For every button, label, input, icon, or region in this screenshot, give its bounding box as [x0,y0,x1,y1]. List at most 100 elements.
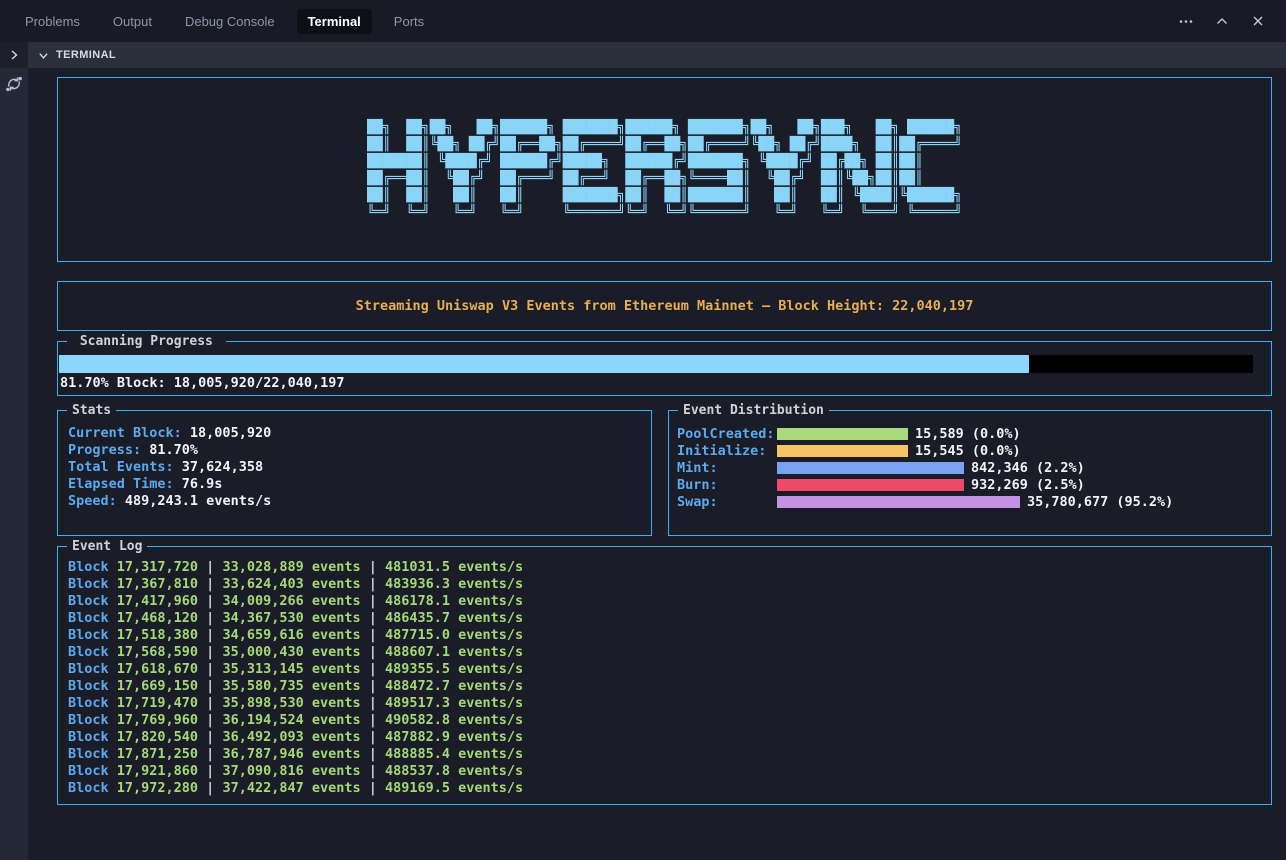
stat-value: 81.70% [141,442,198,458]
log-block-label: Block [68,712,109,728]
log-separator: | [198,746,222,762]
expand-tabs-list-icon[interactable] [8,49,20,61]
stat-row: Elapsed Time: 76.9s [68,476,641,493]
stats-box: Stats Current Block: 18,005,920Progress:… [57,410,652,536]
tab-terminal[interactable]: Terminal [297,9,372,34]
stats-distribution-row: Stats Current Block: 18,005,920Progress:… [57,410,1272,536]
distribution-value: 842,346 (2.2%) [971,460,1085,476]
log-separator: | [361,644,385,660]
log-block-label: Block [68,763,109,779]
distribution-label: PoolCreated: [677,426,777,442]
stat-label: Total Events: [68,459,174,475]
stat-row: Speed: 489,243.1 events/s [68,493,641,510]
tab-debug-console[interactable]: Debug Console [174,9,286,34]
log-events: 35,580,735 events [222,678,360,694]
terminal-output-area[interactable]: ██╗ ██╗██╗ ██╗██████╗ ███████╗██████╗ ██… [28,68,1286,860]
log-block-label: Block [68,746,109,762]
log-separator: | [198,729,222,745]
log-block-number: 17,468,120 [109,610,198,626]
distribution-rows: PoolCreated: 15,589 (0.0%)Initialize:15,5… [677,425,1263,510]
log-block-label: Block [68,644,109,660]
log-rate: 481031.5 events/s [385,559,523,575]
log-separator: | [361,627,385,643]
log-rate: 490582.8 events/s [385,712,523,728]
event-log-row: Block 17,317,720 | 33,028,889 events | 4… [68,559,1261,576]
hypersync-ascii-art: ██╗ ██╗██╗ ██╗██████╗ ███████╗██████╗ ██… [367,119,962,221]
event-log-row: Block 17,972,280 | 37,422,847 events | 4… [68,780,1261,797]
tab-output[interactable]: Output [102,9,163,34]
vscode-bottom-panel: Problems Output Debug Console Terminal P… [0,0,1286,860]
distribution-bar [777,445,908,457]
log-separator: | [361,746,385,762]
distribution-row: Initialize:15,545 (0.0%) [677,442,1263,459]
log-block-number: 17,871,250 [109,746,198,762]
tab-problems[interactable]: Problems [14,9,91,34]
log-separator: | [198,763,222,779]
log-separator: | [198,678,222,694]
panel-tabs: Problems Output Debug Console Terminal P… [14,9,435,34]
more-actions-icon[interactable] [1178,13,1194,29]
stat-label: Current Block: [68,425,182,441]
log-rate: 486178.1 events/s [385,593,523,609]
log-block-number: 17,618,670 [109,661,198,677]
log-rate: 487882.9 events/s [385,729,523,745]
distribution-label: Swap: [677,494,777,510]
log-events: 34,009,266 events [222,593,360,609]
log-separator: | [198,661,222,677]
stat-value: 76.9s [174,476,223,492]
log-block-label: Block [68,678,109,694]
event-log-row: Block 17,820,540 | 36,492,093 events | 4… [68,729,1261,746]
log-block-number: 17,719,470 [109,695,198,711]
close-panel-icon[interactable] [1250,13,1266,29]
log-events: 37,090,816 events [222,763,360,779]
log-separator: | [361,559,385,575]
log-block-label: Block [68,661,109,677]
event-log-row: Block 17,367,810 | 33,624,403 events | 4… [68,576,1261,593]
log-separator: | [361,576,385,592]
event-log-row: Block 17,769,960 | 36,194,524 events | 4… [68,712,1261,729]
maximize-panel-icon[interactable] [1214,13,1230,29]
log-block-label: Block [68,729,109,745]
log-separator: | [361,763,385,779]
distribution-value: 15,589 (0.0%) [915,426,1021,442]
distribution-value: 35,780,677 (95.2%) [1027,494,1173,510]
log-separator: | [198,576,222,592]
terminal-section-header: TERMINAL [28,42,1286,68]
log-separator: | [361,610,385,626]
distribution-row: Swap: 35,780,677 (95.2%) [677,493,1263,510]
log-rate: 483936.3 events/s [385,576,523,592]
distribution-value: 932,269 (2.5%) [971,477,1085,493]
event-log-row: Block 17,669,150 | 35,580,735 events | 4… [68,678,1261,695]
log-block-label: Block [68,627,109,643]
log-separator: | [361,712,385,728]
terminal-process-sync-icon[interactable] [5,75,23,98]
log-rate: 487715.0 events/s [385,627,523,643]
panel-body: TERMINAL ██╗ ██╗██╗ ██╗██████╗ ███████╗█… [0,42,1286,860]
stats-rows: Current Block: 18,005,920Progress: 81.70… [68,425,641,510]
log-block-number: 17,820,540 [109,729,198,745]
log-events: 35,000,430 events [222,644,360,660]
event-log-row: Block 17,568,590 | 35,000,430 events | 4… [68,644,1261,661]
log-events: 34,367,530 events [222,610,360,626]
stat-value: 489,243.1 events/s [117,493,271,509]
collapse-terminal-icon[interactable] [38,50,49,61]
log-events: 33,624,403 events [222,576,360,592]
log-block-number: 17,317,720 [109,559,198,575]
event-log-rows: Block 17,317,720 | 33,028,889 events | 4… [68,559,1261,797]
log-block-number: 17,417,960 [109,593,198,609]
event-log-row: Block 17,719,470 | 35,898,530 events | 4… [68,695,1261,712]
log-block-label: Block [68,576,109,592]
log-separator: | [361,695,385,711]
stat-label: Elapsed Time: [68,476,174,492]
log-events: 36,194,524 events [222,712,360,728]
log-events: 33,028,889 events [222,559,360,575]
scan-progress-track [59,355,1253,373]
log-separator: | [198,593,222,609]
event-distribution-title: Event Distribution [678,402,829,419]
log-rate: 488537.8 events/s [385,763,523,779]
tab-ports[interactable]: Ports [383,9,435,34]
stats-title: Stats [67,402,116,419]
log-rate: 489517.3 events/s [385,695,523,711]
distribution-bar [777,496,1020,508]
distribution-label: Burn: [677,477,777,493]
